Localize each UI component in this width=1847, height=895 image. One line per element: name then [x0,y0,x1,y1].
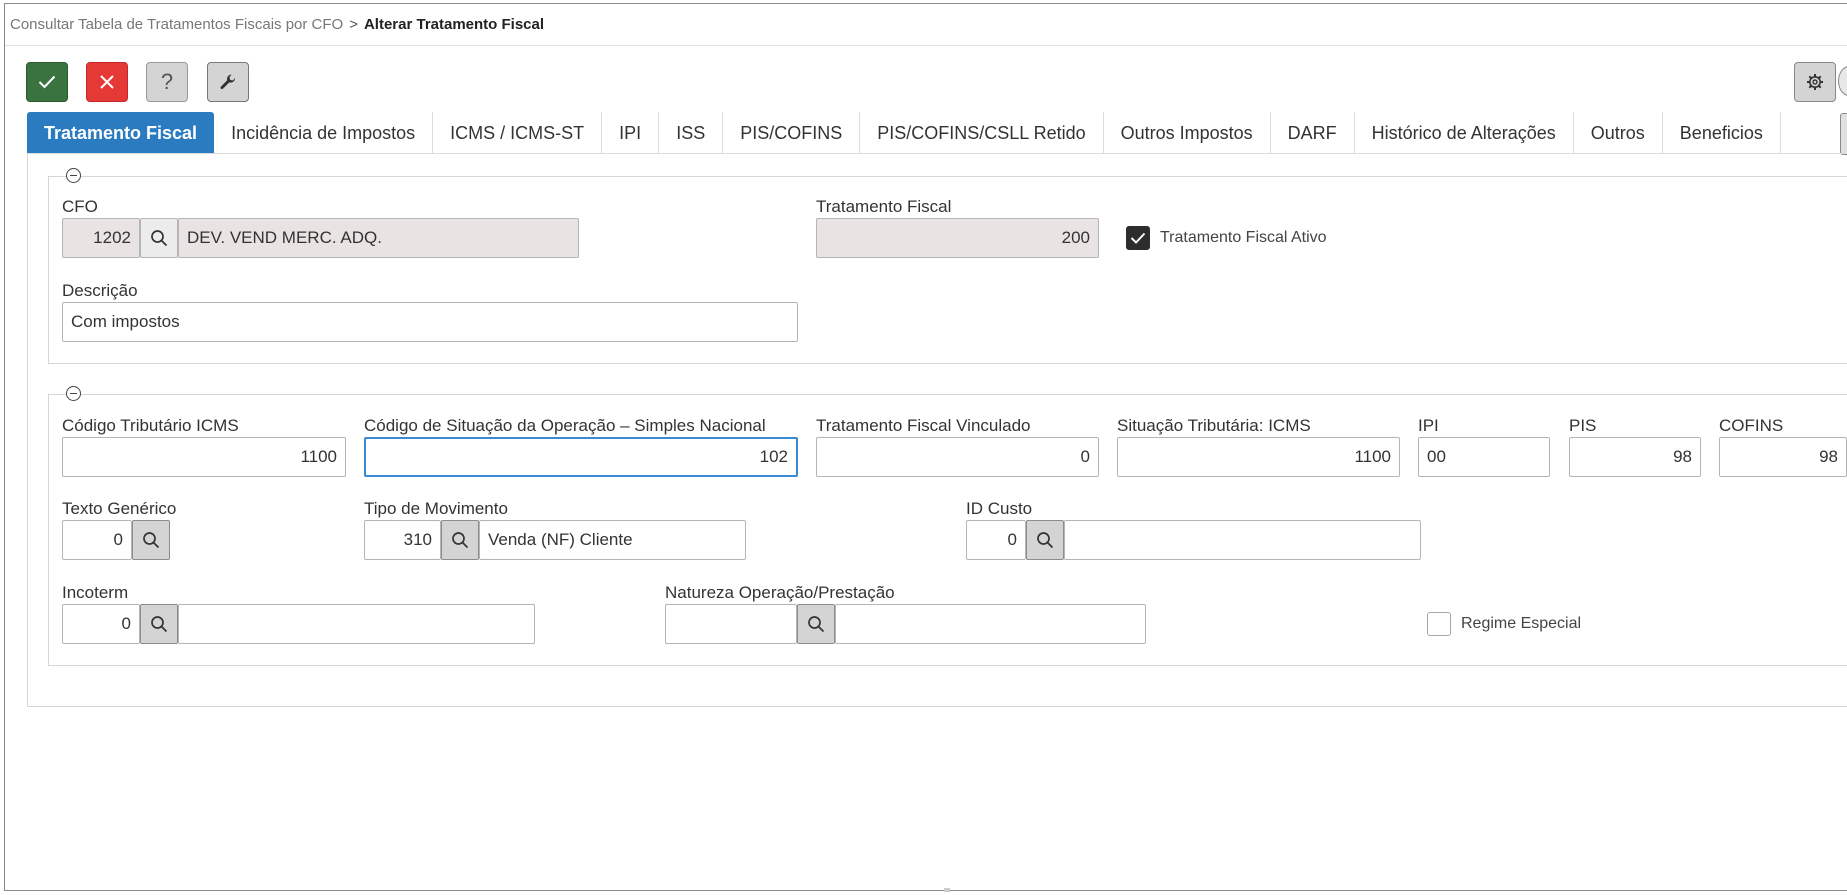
incoterm-code-input[interactable]: 0 [62,604,140,644]
gear-icon [1807,74,1823,90]
csosn-label: Código de Situação da Operação – Simples… [364,416,766,435]
help-button[interactable]: ? [146,62,188,102]
tab-outros[interactable]: Outros [1574,112,1663,154]
tab-pis-cofins[interactable]: PIS/COFINS [723,112,861,154]
cfo-description-field[interactable]: DEV. VEND MERC. ADQ. [178,218,579,258]
tab-ipi[interactable]: IPI [602,112,660,154]
cofins-input[interactable]: 98 [1719,437,1847,477]
situacao-icms-label: Situação Tributária: ICMS [1117,416,1311,435]
natureza-operacao-description-field[interactable] [835,604,1146,644]
settings-button[interactable] [1794,62,1836,102]
natureza-operacao-search-button[interactable] [797,604,835,644]
tratamento-ativo-checkbox[interactable] [1126,226,1150,250]
tipo-movimento-description-field[interactable]: Venda (NF) Cliente [479,520,746,560]
tratamento-ativo-label: Tratamento Fiscal Ativo [1160,229,1327,246]
tipo-movimento-code-input[interactable]: 310 [364,520,441,560]
tab-iss[interactable]: ISS [659,112,724,154]
search-icon [151,230,168,247]
texto-generico-label: Texto Genérico [62,499,177,518]
id-custo-label: ID Custo [966,499,1033,518]
collapse-icon[interactable] [66,386,81,401]
wrench-icon [220,74,236,90]
regime-especial-label: Regime Especial [1461,615,1582,632]
tab-historico-alteracoes[interactable]: Histórico de Alterações [1355,112,1574,154]
tab-pis-cofins-csll-retido[interactable]: PIS/COFINS/CSLL Retido [860,112,1104,154]
header-divider [5,45,1847,46]
tratamento-fiscal-label: Tratamento Fiscal [816,197,952,216]
check-icon [38,75,56,89]
tab-tratamento-fiscal[interactable]: Tratamento Fiscal [27,112,215,154]
pis-label: PIS [1569,416,1597,435]
codigo-tributario-icms-label: Código Tributário ICMS [62,416,239,435]
breadcrumb-separator: > [349,16,358,33]
natureza-operacao-label: Natureza Operação/Prestação [665,583,895,602]
ipi-label: IPI [1418,416,1439,435]
breadcrumb-parent-link[interactable]: Consultar Tabela de Tratamentos Fiscais … [10,16,343,33]
cofins-label: COFINS [1719,416,1784,435]
id-custo-description-field[interactable] [1064,520,1421,560]
csosn-input[interactable]: 102 [364,437,798,477]
tools-button[interactable] [207,62,249,102]
check-icon [1130,232,1146,244]
tab-outros-impostos[interactable]: Outros Impostos [1104,112,1271,154]
search-icon [1037,532,1054,549]
tab-beneficios[interactable]: Beneficios [1663,112,1781,154]
tipo-movimento-label: Tipo de Movimento [364,499,508,518]
descricao-input[interactable]: Com impostos [62,302,798,342]
confirm-button[interactable] [26,62,68,102]
cfo-code-field[interactable]: 1202 [62,218,140,258]
ipi-input[interactable]: 00 [1418,437,1550,477]
collapse-icon[interactable] [66,168,81,183]
incoterm-search-button[interactable] [140,604,178,644]
tratamento-fiscal-field[interactable]: 200 [816,218,1099,258]
incoterm-description-field[interactable] [178,604,535,644]
texto-generico-search-button[interactable] [132,520,170,560]
regime-especial-checkbox[interactable] [1427,612,1451,636]
pis-input[interactable]: 98 [1569,437,1701,477]
cancel-button[interactable] [86,62,128,102]
incoterm-label: Incoterm [62,583,129,602]
id-custo-search-button[interactable] [1026,520,1064,560]
help-icon: ? [160,69,174,94]
breadcrumb: Consultar Tabela de Tratamentos Fiscais … [10,16,544,33]
search-icon [452,532,469,549]
natureza-operacao-code-input[interactable] [665,604,797,644]
tratamento-vinculado-input[interactable]: 0 [816,437,1099,477]
tab-bar: Tratamento Fiscal Incidência de Impostos… [27,112,1781,154]
tab-darf[interactable]: DARF [1271,112,1355,154]
cfo-label: CFO [62,197,98,216]
tab-scroll-handle[interactable] [1840,113,1847,155]
search-icon [143,532,160,549]
tratamento-vinculado-label: Tratamento Fiscal Vinculado [816,416,1031,435]
situacao-icms-input[interactable]: 1100 [1117,437,1400,477]
id-custo-code-input[interactable]: 0 [966,520,1026,560]
search-icon [151,616,168,633]
descricao-label: Descrição [62,281,138,300]
texto-generico-input[interactable]: 0 [62,520,132,560]
tipo-movimento-search-button[interactable] [441,520,479,560]
scroll-indicator [944,888,950,892]
tab-icms-icms-st[interactable]: ICMS / ICMS-ST [433,112,603,154]
search-icon [808,616,825,633]
close-icon [100,75,114,89]
codigo-tributario-icms-input[interactable]: 1100 [62,437,346,477]
tab-incidencia-impostos[interactable]: Incidência de Impostos [214,112,434,154]
cfo-search-button[interactable] [140,218,178,258]
breadcrumb-current: Alterar Tratamento Fiscal [363,16,545,33]
